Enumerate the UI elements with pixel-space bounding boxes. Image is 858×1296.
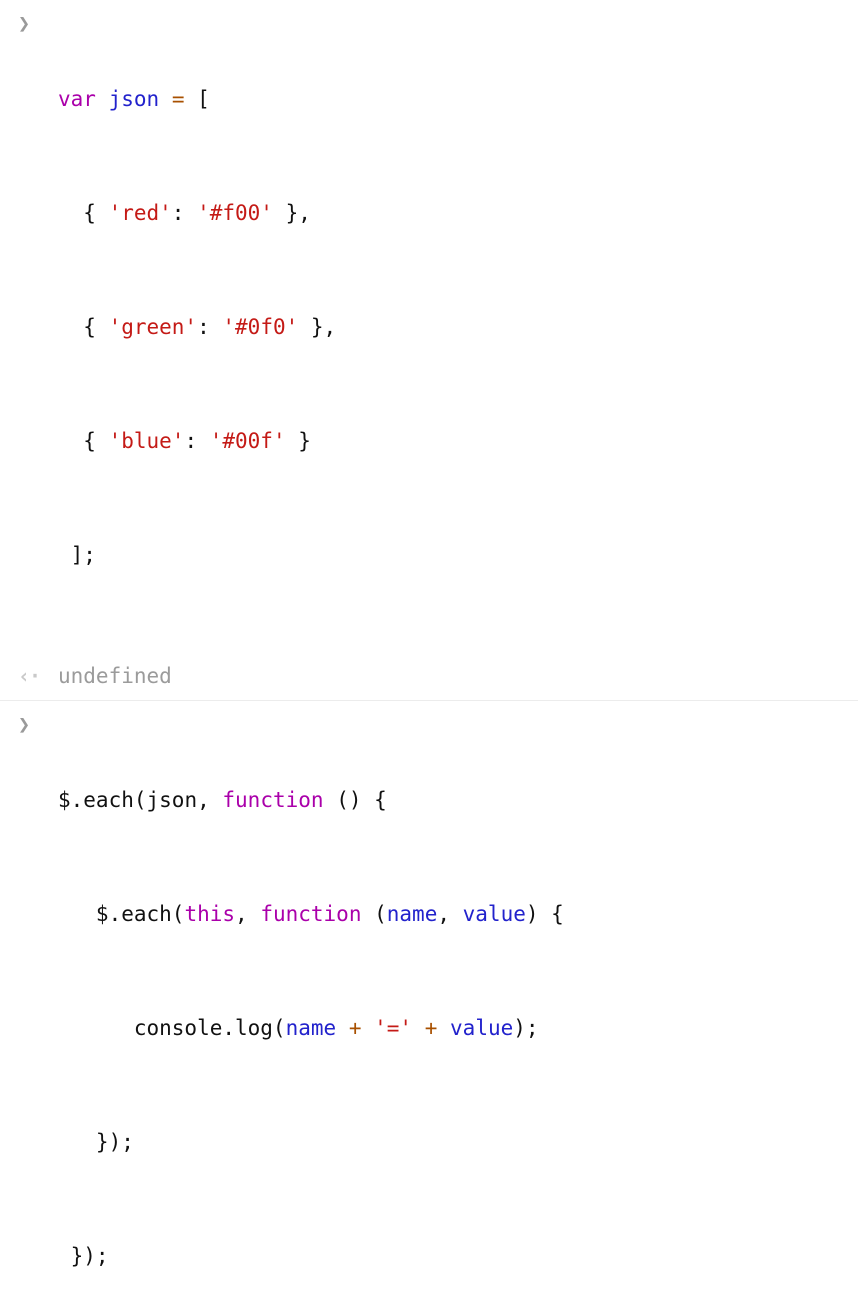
console-input-entry[interactable]: ❯ $.each(json, function () { $.each(this…	[0, 700, 858, 1296]
console-input-gutter: ❯	[0, 4, 58, 42]
code-line: ];	[58, 536, 850, 574]
token-plain: });	[58, 1244, 109, 1268]
response-chevron-icon: ‹·	[18, 664, 41, 688]
code-line: { 'red': '#f00' },	[58, 194, 850, 232]
token-plain: },	[298, 315, 337, 339]
token-string: '#00f'	[209, 429, 286, 453]
token-operator: =	[171, 87, 185, 111]
token-plain: [	[184, 87, 210, 111]
code-block-declaration: var json = [ { 'red': '#f00' }, { 'green…	[58, 4, 850, 650]
token-plain: {	[58, 429, 109, 453]
devtools-console-panel: ❯ var json = [ { 'red': '#f00' }, { 'gre…	[0, 0, 858, 1296]
token-plain: {	[58, 315, 109, 339]
token-plain: console.log(	[58, 1016, 286, 1040]
token-identifier: json	[108, 87, 160, 111]
console-result-undefined-entry: ‹· undefined	[0, 652, 858, 700]
token-plain: json	[146, 788, 198, 812]
prompt-chevron-icon: ❯	[18, 712, 31, 736]
token-keyword: function	[260, 902, 362, 926]
code-line: console.log(name + '=' + value);	[58, 1009, 850, 1047]
token-plain: },	[272, 201, 311, 225]
prompt-chevron-icon: ❯	[18, 11, 31, 35]
token-plain: ,	[437, 902, 463, 926]
token-plain: ) {	[525, 902, 564, 926]
token-keyword: var	[58, 87, 96, 111]
token-string: '='	[374, 1016, 413, 1040]
code-line: var json = [	[58, 80, 850, 118]
code-line: });	[58, 1123, 850, 1161]
token-plain: });	[58, 1130, 134, 1154]
token-identifier: value	[450, 1016, 514, 1040]
token-string: '#f00'	[197, 201, 273, 225]
token-operator: +	[424, 1016, 438, 1040]
token-plain: () {	[323, 788, 387, 812]
code-line: $.each(this, function (name, value) {	[58, 895, 850, 933]
token-plain: }	[285, 429, 311, 453]
token-string: 'blue'	[108, 429, 185, 453]
token-plain: $.each(	[58, 902, 185, 926]
token-plain: :	[184, 429, 210, 453]
token-string: 'green'	[108, 315, 198, 339]
token-plain: {	[58, 201, 109, 225]
console-input-content: var json = [ { 'red': '#f00' }, { 'green…	[58, 4, 858, 650]
console-result-content: undefined	[58, 652, 858, 700]
token-plain: ,	[235, 902, 261, 926]
console-result-gutter: ‹·	[0, 657, 58, 695]
token-plain: $.each(	[58, 788, 147, 812]
token-string: '#0f0'	[222, 315, 299, 339]
code-line: { 'green': '#0f0' },	[58, 308, 850, 346]
code-line: { 'blue': '#00f' }	[58, 422, 850, 460]
undefined-value: undefined	[58, 664, 172, 688]
code-line: });	[58, 1237, 850, 1275]
token-plain: (	[361, 902, 387, 926]
token-identifier: name	[386, 902, 438, 926]
token-identifier: name	[285, 1016, 337, 1040]
token-plain: ];	[58, 543, 96, 567]
token-plain: :	[197, 315, 223, 339]
code-line: $.each(json, function () {	[58, 781, 850, 819]
console-input-content: $.each(json, function () { $.each(this, …	[58, 705, 858, 1296]
code-block-each-loop: $.each(json, function () { $.each(this, …	[58, 705, 850, 1296]
token-plain: );	[513, 1016, 539, 1040]
token-plain: :	[171, 201, 198, 225]
token-string: 'red'	[108, 201, 172, 225]
token-plain: ,	[197, 788, 223, 812]
token-keyword: function	[222, 788, 324, 812]
token-keyword: this	[184, 902, 236, 926]
console-input-entry[interactable]: ❯ var json = [ { 'red': '#f00' }, { 'gre…	[0, 0, 858, 652]
console-input-gutter: ❯	[0, 705, 58, 743]
token-identifier: value	[462, 902, 526, 926]
token-operator: +	[348, 1016, 362, 1040]
